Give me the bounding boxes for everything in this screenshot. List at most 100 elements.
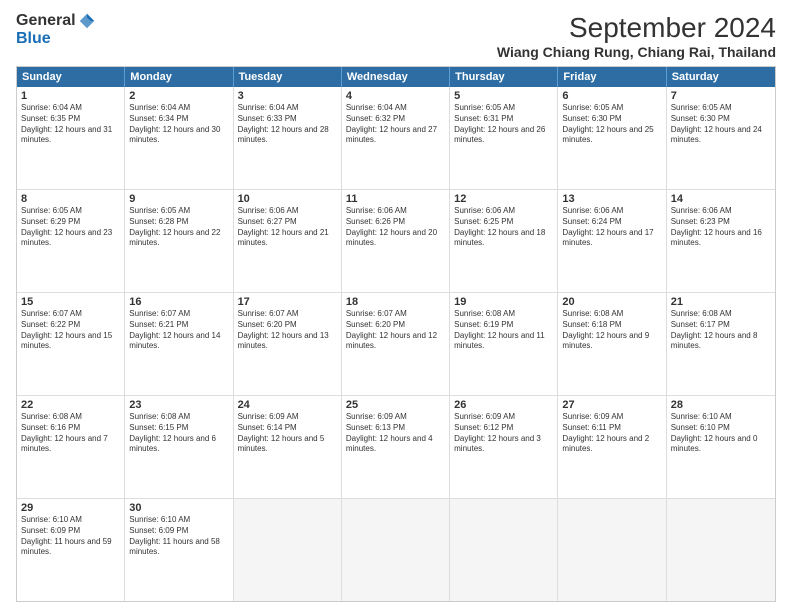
cell-info: Sunrise: 6:07 AM Sunset: 6:20 PM Dayligh… [346,309,445,352]
cell-info: Sunrise: 6:10 AM Sunset: 6:09 PM Dayligh… [129,515,228,558]
calendar-row-1: 1Sunrise: 6:04 AM Sunset: 6:35 PM Daylig… [17,87,775,190]
cell-info: Sunrise: 6:06 AM Sunset: 6:27 PM Dayligh… [238,206,337,249]
cell-info: Sunrise: 6:05 AM Sunset: 6:29 PM Dayligh… [21,206,120,249]
calendar-cell: 26Sunrise: 6:09 AM Sunset: 6:12 PM Dayli… [450,396,558,498]
cell-info: Sunrise: 6:05 AM Sunset: 6:30 PM Dayligh… [562,103,661,146]
calendar-cell: 17Sunrise: 6:07 AM Sunset: 6:20 PM Dayli… [234,293,342,395]
cell-info: Sunrise: 6:10 AM Sunset: 6:09 PM Dayligh… [21,515,120,558]
page-header: General Blue September 2024 Wiang Chiang… [16,12,776,60]
header-cell-tuesday: Tuesday [234,67,342,87]
calendar-row-2: 8Sunrise: 6:05 AM Sunset: 6:29 PM Daylig… [17,190,775,293]
day-number: 6 [562,90,661,102]
day-number: 23 [129,399,228,411]
day-number: 4 [346,90,445,102]
day-number: 16 [129,296,228,308]
calendar-cell: 28Sunrise: 6:10 AM Sunset: 6:10 PM Dayli… [667,396,775,498]
day-number: 27 [562,399,661,411]
cell-info: Sunrise: 6:08 AM Sunset: 6:19 PM Dayligh… [454,309,553,352]
logo: General Blue [16,12,96,48]
cell-info: Sunrise: 6:09 AM Sunset: 6:11 PM Dayligh… [562,412,661,455]
day-number: 25 [346,399,445,411]
calendar-cell [558,499,666,601]
calendar-body: 1Sunrise: 6:04 AM Sunset: 6:35 PM Daylig… [17,87,775,601]
header-cell-thursday: Thursday [450,67,558,87]
day-number: 11 [346,193,445,205]
cell-info: Sunrise: 6:05 AM Sunset: 6:31 PM Dayligh… [454,103,553,146]
calendar-cell: 10Sunrise: 6:06 AM Sunset: 6:27 PM Dayli… [234,190,342,292]
calendar-cell: 22Sunrise: 6:08 AM Sunset: 6:16 PM Dayli… [17,396,125,498]
calendar-cell [450,499,558,601]
day-number: 2 [129,90,228,102]
cell-info: Sunrise: 6:04 AM Sunset: 6:34 PM Dayligh… [129,103,228,146]
cell-info: Sunrise: 6:09 AM Sunset: 6:13 PM Dayligh… [346,412,445,455]
cell-info: Sunrise: 6:09 AM Sunset: 6:12 PM Dayligh… [454,412,553,455]
header-cell-friday: Friday [558,67,666,87]
day-number: 1 [21,90,120,102]
calendar-cell [234,499,342,601]
cell-info: Sunrise: 6:04 AM Sunset: 6:35 PM Dayligh… [21,103,120,146]
calendar-header: SundayMondayTuesdayWednesdayThursdayFrid… [17,67,775,87]
calendar-cell: 16Sunrise: 6:07 AM Sunset: 6:21 PM Dayli… [125,293,233,395]
calendar-cell: 29Sunrise: 6:10 AM Sunset: 6:09 PM Dayli… [17,499,125,601]
calendar-cell [342,499,450,601]
calendar-cell: 25Sunrise: 6:09 AM Sunset: 6:13 PM Dayli… [342,396,450,498]
calendar-cell: 13Sunrise: 6:06 AM Sunset: 6:24 PM Dayli… [558,190,666,292]
calendar-row-4: 22Sunrise: 6:08 AM Sunset: 6:16 PM Dayli… [17,396,775,499]
day-number: 22 [21,399,120,411]
calendar-cell: 24Sunrise: 6:09 AM Sunset: 6:14 PM Dayli… [234,396,342,498]
day-number: 28 [671,399,771,411]
calendar-cell: 1Sunrise: 6:04 AM Sunset: 6:35 PM Daylig… [17,87,125,189]
cell-info: Sunrise: 6:08 AM Sunset: 6:18 PM Dayligh… [562,309,661,352]
day-number: 24 [238,399,337,411]
calendar-cell: 30Sunrise: 6:10 AM Sunset: 6:09 PM Dayli… [125,499,233,601]
day-number: 8 [21,193,120,205]
logo-blue-text: Blue [16,30,51,48]
day-number: 7 [671,90,771,102]
calendar-cell: 20Sunrise: 6:08 AM Sunset: 6:18 PM Dayli… [558,293,666,395]
day-number: 19 [454,296,553,308]
cell-info: Sunrise: 6:07 AM Sunset: 6:20 PM Dayligh… [238,309,337,352]
calendar-cell: 19Sunrise: 6:08 AM Sunset: 6:19 PM Dayli… [450,293,558,395]
cell-info: Sunrise: 6:05 AM Sunset: 6:28 PM Dayligh… [129,206,228,249]
cell-info: Sunrise: 6:04 AM Sunset: 6:33 PM Dayligh… [238,103,337,146]
calendar-cell: 9Sunrise: 6:05 AM Sunset: 6:28 PM Daylig… [125,190,233,292]
cell-info: Sunrise: 6:06 AM Sunset: 6:26 PM Dayligh… [346,206,445,249]
cell-info: Sunrise: 6:06 AM Sunset: 6:23 PM Dayligh… [671,206,771,249]
day-number: 17 [238,296,337,308]
month-title: September 2024 [497,12,776,44]
cell-info: Sunrise: 6:06 AM Sunset: 6:25 PM Dayligh… [454,206,553,249]
day-number: 30 [129,502,228,514]
cell-info: Sunrise: 6:10 AM Sunset: 6:10 PM Dayligh… [671,412,771,455]
calendar-cell: 11Sunrise: 6:06 AM Sunset: 6:26 PM Dayli… [342,190,450,292]
cell-info: Sunrise: 6:05 AM Sunset: 6:30 PM Dayligh… [671,103,771,146]
calendar-cell: 14Sunrise: 6:06 AM Sunset: 6:23 PM Dayli… [667,190,775,292]
calendar-cell [667,499,775,601]
day-number: 21 [671,296,771,308]
calendar-row-5: 29Sunrise: 6:10 AM Sunset: 6:09 PM Dayli… [17,499,775,601]
calendar-cell: 12Sunrise: 6:06 AM Sunset: 6:25 PM Dayli… [450,190,558,292]
header-cell-sunday: Sunday [17,67,125,87]
cell-info: Sunrise: 6:09 AM Sunset: 6:14 PM Dayligh… [238,412,337,455]
day-number: 29 [21,502,120,514]
day-number: 15 [21,296,120,308]
calendar-cell: 2Sunrise: 6:04 AM Sunset: 6:34 PM Daylig… [125,87,233,189]
calendar-cell: 6Sunrise: 6:05 AM Sunset: 6:30 PM Daylig… [558,87,666,189]
calendar-cell: 7Sunrise: 6:05 AM Sunset: 6:30 PM Daylig… [667,87,775,189]
day-number: 5 [454,90,553,102]
logo-icon [78,12,96,30]
day-number: 3 [238,90,337,102]
day-number: 26 [454,399,553,411]
day-number: 10 [238,193,337,205]
header-cell-monday: Monday [125,67,233,87]
cell-info: Sunrise: 6:07 AM Sunset: 6:22 PM Dayligh… [21,309,120,352]
calendar-row-3: 15Sunrise: 6:07 AM Sunset: 6:22 PM Dayli… [17,293,775,396]
day-number: 9 [129,193,228,205]
day-number: 13 [562,193,661,205]
header-cell-wednesday: Wednesday [342,67,450,87]
day-number: 12 [454,193,553,205]
cell-info: Sunrise: 6:06 AM Sunset: 6:24 PM Dayligh… [562,206,661,249]
day-number: 14 [671,193,771,205]
calendar: SundayMondayTuesdayWednesdayThursdayFrid… [16,66,776,602]
cell-info: Sunrise: 6:08 AM Sunset: 6:15 PM Dayligh… [129,412,228,455]
cell-info: Sunrise: 6:08 AM Sunset: 6:17 PM Dayligh… [671,309,771,352]
